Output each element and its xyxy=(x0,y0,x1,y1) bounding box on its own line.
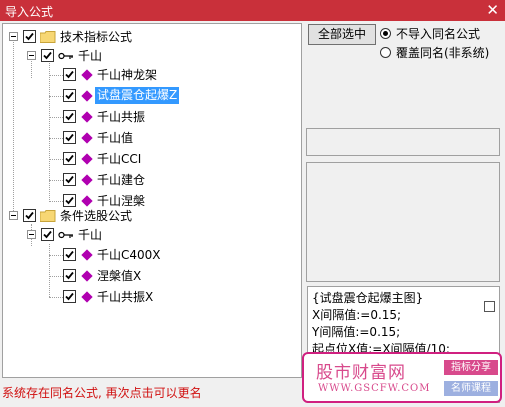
code-line: {试盘震仓起爆主图} xyxy=(312,291,424,305)
tree-item-selected[interactable]: 试盘震仓起爆Z xyxy=(3,86,293,106)
tree-item-label: 千山值 xyxy=(97,131,134,145)
radio-overwrite[interactable] xyxy=(380,47,391,58)
tree-item[interactable]: 千山CCI xyxy=(3,149,293,169)
select-all-button[interactable]: 全部选中 xyxy=(308,24,376,45)
formula-icon xyxy=(81,249,93,261)
folder-icon xyxy=(40,31,56,43)
window-title: 导入公式 xyxy=(5,5,54,19)
tree-item-label: 千山神龙架 xyxy=(97,68,158,82)
tree-item[interactable]: 千山共振 xyxy=(3,107,293,127)
tree-group-screening[interactable]: 条件选股公式 xyxy=(3,206,293,226)
tree-author-label: 千山 xyxy=(78,49,103,63)
tree-group-indicators[interactable]: 技术指标公式 xyxy=(3,27,293,47)
tree-author-node[interactable]: 千山 xyxy=(3,225,293,245)
formula-icon xyxy=(81,174,93,186)
collapse-icon[interactable] xyxy=(27,230,36,239)
preview-checkbox[interactable] xyxy=(484,301,495,312)
key-icon xyxy=(58,52,73,60)
checkbox[interactable] xyxy=(63,89,76,102)
watermark-site-name: 股市财富网 xyxy=(316,363,406,383)
checkbox[interactable] xyxy=(63,131,76,144)
tree-item-label: 千山CCI xyxy=(97,152,142,166)
tree-item-label: 千山建仓 xyxy=(97,173,146,187)
checkbox[interactable] xyxy=(63,248,76,261)
watermark-tag-share: 指标分享 xyxy=(444,360,498,375)
tree-author-label: 千山 xyxy=(78,228,103,242)
code-line: Y间隔值:=0.15; xyxy=(312,325,401,339)
tree-item[interactable]: 涅槃值X xyxy=(3,266,293,286)
title-bar: 导入公式 ✕ xyxy=(0,0,505,21)
formula-icon xyxy=(81,291,93,303)
status-message: 系统存在同名公式, 再次点击可以更名 xyxy=(2,386,202,400)
checkbox[interactable] xyxy=(63,152,76,165)
checkbox[interactable] xyxy=(41,49,54,62)
tree-item-label: 千山C400X xyxy=(97,248,161,262)
checkbox[interactable] xyxy=(63,269,76,282)
tree-item-label: 千山共振 xyxy=(97,110,146,124)
watermark-url: WWW.GSCFW.COM xyxy=(318,383,431,394)
close-icon[interactable]: ✕ xyxy=(486,1,499,19)
description-panel xyxy=(306,162,500,282)
formula-icon xyxy=(81,270,93,282)
tree-item-label: 涅槃值X xyxy=(97,269,142,283)
key-icon xyxy=(58,231,73,239)
checkbox[interactable] xyxy=(23,209,36,222)
formula-icon xyxy=(81,153,93,165)
tree-group-label: 技术指标公式 xyxy=(60,30,133,44)
watermark-logo: 股市财富网 WWW.GSCFW.COM 指标分享 名师课程 xyxy=(302,352,502,403)
checkbox[interactable] xyxy=(63,173,76,186)
tree-item[interactable]: 千山建仓 xyxy=(3,170,293,190)
collapse-icon[interactable] xyxy=(9,32,18,41)
checkbox[interactable] xyxy=(63,68,76,81)
tree-item-label: 试盘震仓起爆Z xyxy=(95,87,180,104)
code-line: X间隔值:=0.15; xyxy=(312,308,402,322)
tree-author-node[interactable]: 千山 xyxy=(3,46,293,66)
collapse-icon[interactable] xyxy=(9,211,18,220)
checkbox[interactable] xyxy=(23,30,36,43)
formula-icon xyxy=(81,69,93,81)
tree-item[interactable]: 千山神龙架 xyxy=(3,65,293,85)
tree-group-label: 条件选股公式 xyxy=(60,209,133,223)
tree-item[interactable]: 千山C400X xyxy=(3,245,293,265)
formula-icon xyxy=(81,111,93,123)
checkbox[interactable] xyxy=(41,228,54,241)
formula-icon xyxy=(81,132,93,144)
tree-item[interactable]: 千山值 xyxy=(3,128,293,148)
formula-icon xyxy=(81,195,93,207)
radio-overwrite-label[interactable]: 覆盖同名(非系统) xyxy=(396,44,489,61)
checkbox[interactable] xyxy=(63,290,76,303)
formula-icon xyxy=(81,90,93,102)
info-field xyxy=(306,128,500,156)
tree-item[interactable]: 千山共振X xyxy=(3,287,293,307)
checkbox[interactable] xyxy=(63,110,76,123)
watermark-tag-course: 名师课程 xyxy=(444,381,498,396)
collapse-icon[interactable] xyxy=(27,51,36,60)
radio-no-import[interactable] xyxy=(380,28,391,39)
radio-no-import-label[interactable]: 不导入同名公式 xyxy=(396,25,480,42)
tree-item-label: 千山共振X xyxy=(97,290,154,304)
folder-icon xyxy=(40,210,56,222)
formula-tree[interactable]: 技术指标公式 千山 千山神龙架 试盘震仓起爆Z 千山共振 千山值 千山CCI 千… xyxy=(2,23,302,378)
